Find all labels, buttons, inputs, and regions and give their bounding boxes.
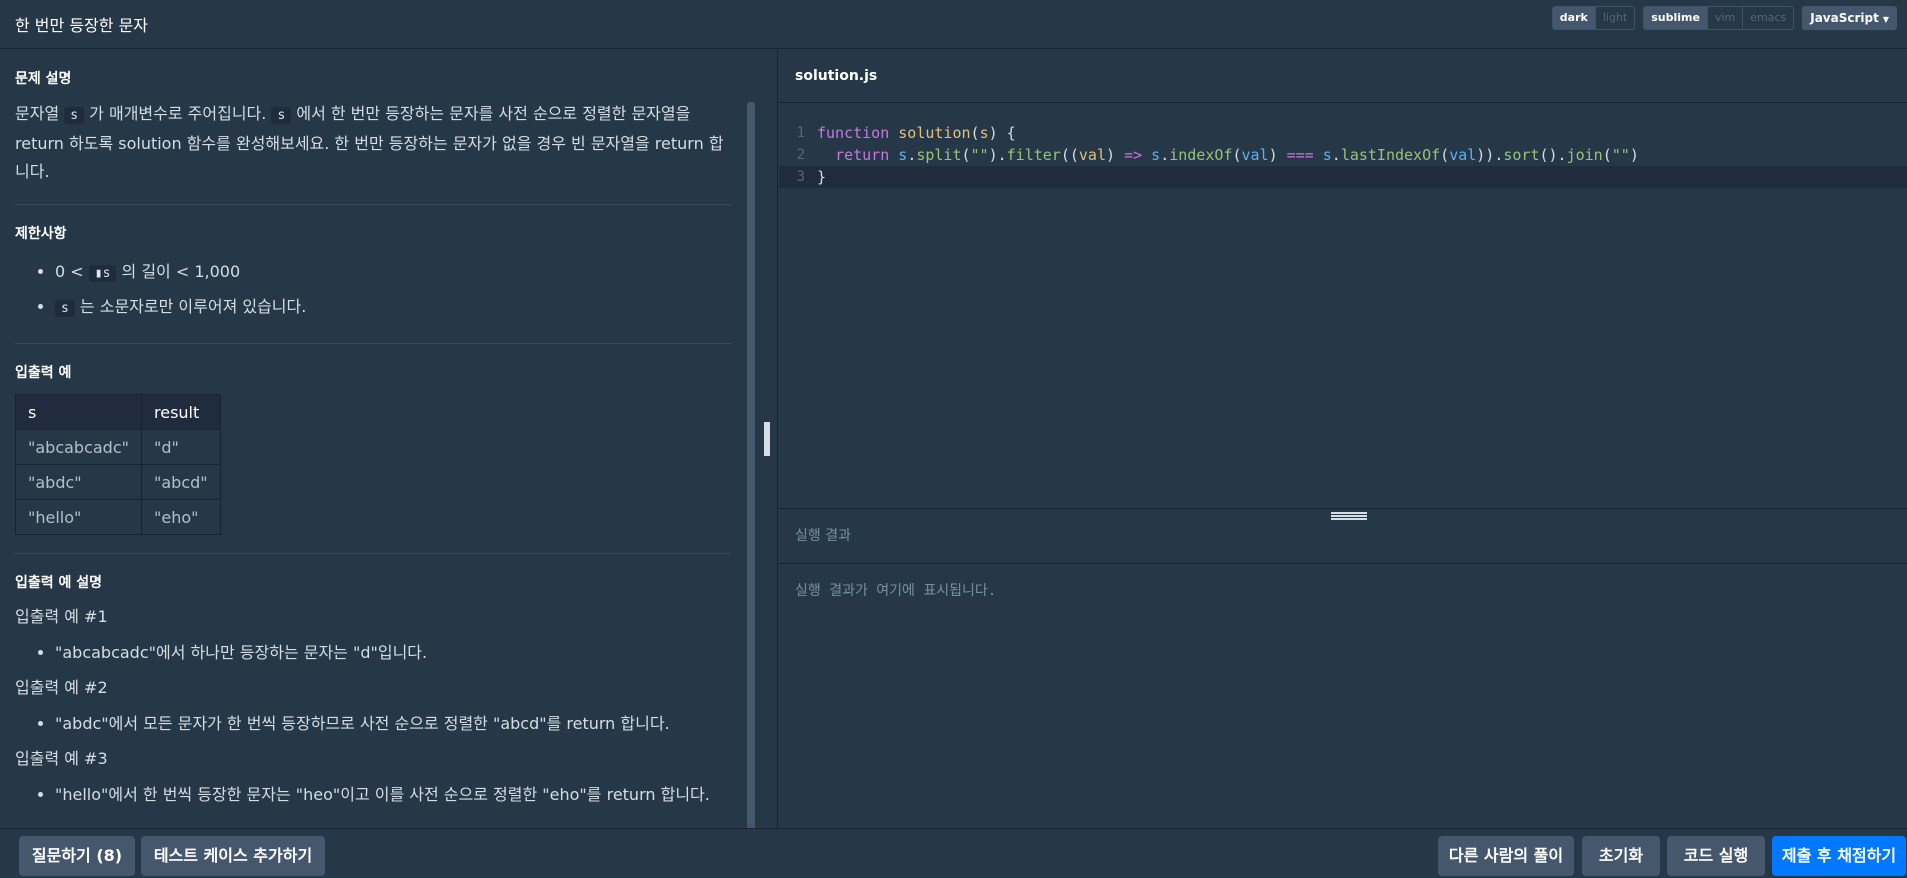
problem-panel[interactable]: 문제 설명 문자열 s 가 매개변수로 주어집니다. s 에서 한 번만 등장하… [0,50,756,828]
language-label: JavaScript [1810,11,1879,25]
list-item: "hello"에서 한 번씩 등장한 문자는 "heo"이고 이를 사전 순으로… [55,778,731,811]
description-section: 문제 설명 문자열 s 가 매개변수로 주어집니다. s 에서 한 번만 등장하… [15,50,731,205]
limit-text: 0 < [55,262,89,281]
example-title: 입출력 예 #3 [15,749,108,768]
keymap-sublime-option[interactable]: sublime [1644,7,1707,29]
example-title: 입출력 예 #2 [15,678,108,697]
language-select[interactable]: JavaScript ▼ [1802,6,1897,30]
code-text: } [817,168,827,186]
description-text-part: 가 매개변수로 주어집니다. [84,104,272,123]
editor-panel: solution.js 1 function solution(s) { 2 r… [779,50,1907,828]
code-line: 1 function solution(s) { [779,122,1907,144]
panel-splitter[interactable] [756,50,778,828]
list-item: 0 < ▮s 의 길이 < 1,000 [55,255,731,290]
table-cell: "abdc" [15,464,142,500]
explain-section: 입출력 예 설명 입출력 예 #1 "abcabcadc"에서 하나만 등장하는… [15,554,731,828]
table-row: "abcabcadc" "d" [15,429,221,465]
inline-code: s [271,107,292,124]
add-testcase-button[interactable]: 테스트 케이스 추가하기 [141,836,325,876]
list-item: "abdc"에서 모든 문자가 한 번씩 등장하므로 사전 순으로 정렬한 "a… [55,707,731,740]
resize-handle-icon[interactable] [1331,512,1367,520]
code-editor[interactable]: 1 function solution(s) { 2 return s.spli… [779,104,1907,560]
theme-light-option[interactable]: light [1594,7,1634,29]
table-header: result [141,394,221,430]
explain-heading: 입출력 예 설명 [15,575,103,591]
description-text-part: 문자열 [15,104,65,123]
example-title: 입출력 예 #1 [15,607,108,626]
code-line: 3 } [779,166,1907,188]
example-list: "hello"에서 한 번씩 등장한 문자는 "heo"이고 이를 사전 순으로… [15,778,731,811]
limits-list: 0 < ▮s 의 길이 < 1,000 s 는 소문자로만 이루어져 있습니다. [15,255,731,325]
keymap-vim-option[interactable]: vim [1706,7,1742,29]
drag-handle-icon[interactable] [764,422,770,456]
table-cell: "hello" [15,499,142,535]
file-tab-bar: solution.js [779,50,1907,103]
theme-dark-option[interactable]: dark [1552,7,1595,29]
keymap-toggle: sublime vim emacs [1643,6,1795,30]
inline-code: s [64,107,85,124]
table-cell: "abcd" [141,464,221,500]
file-tab[interactable]: solution.js [795,68,877,84]
example-list: "abdc"에서 모든 문자가 한 번씩 등장하므로 사전 순으로 정렬한 "a… [15,707,731,740]
limit-text: 의 길이 < 1,000 [116,262,241,281]
io-section: 입출력 예 s result "abcabcadc" "d" "abdc" "a… [15,344,731,554]
editor-options: dark light sublime vim emacs JavaScript ▼ [1551,6,1897,30]
list-item: "abcabcadc"에서 하나만 등장하는 문자는 "d"입니다. [55,636,731,669]
submit-button[interactable]: 제출 후 채점하기 [1772,836,1906,876]
run-code-button[interactable]: 코드 실행 [1667,836,1765,876]
limits-heading: 제한사항 [15,226,67,242]
limits-section: 제한사항 0 < ▮s 의 길이 < 1,000 s 는 소문자로만 이루어져 … [15,205,731,344]
limit-text: 는 소문자로만 이루어져 있습니다. [74,297,307,316]
example-list: "abcabcadc"에서 하나만 등장하는 문자는 "d"입니다. [15,636,731,669]
table-cell: "abcabcadc" [15,429,142,465]
chevron-down-icon: ▼ [1882,15,1889,24]
description-heading: 문제 설명 [15,71,72,87]
line-number: 1 [796,125,805,141]
bottom-bar: 질문하기 (8) 테스트 케이스 추가하기 다른 사람의 풀이 초기화 코드 실… [0,828,1907,878]
code-line: 2 return s.split("").filter((val) => s.i… [779,144,1907,166]
theme-toggle: dark light [1551,6,1636,30]
top-bar: 한 번만 등장한 문자 dark light sublime vim emacs… [0,0,1907,49]
table-header-row: s result [15,394,221,430]
scrollbar[interactable] [747,102,755,828]
line-number: 3 [796,169,805,185]
table-row: "hello" "eho" [15,499,221,535]
line-number: 2 [796,147,805,163]
inline-code: s [55,300,75,317]
page-title: 한 번만 등장한 문자 [15,16,149,35]
table-row: "abdc" "abcd" [15,464,221,500]
table-cell: "d" [141,429,221,465]
result-title: 실행 결과 [795,528,851,544]
others-solution-button[interactable]: 다른 사람의 풀이 [1438,836,1574,876]
list-item: s 는 소문자로만 이루어져 있습니다. [55,290,731,325]
code-text: function solution(s) { [817,124,1016,142]
result-output: 실행 결과가 여기에 표시됩니다. [795,583,997,599]
description-text: 문자열 s 가 매개변수로 주어집니다. s 에서 한 번만 등장하는 문자를 … [15,100,731,186]
inline-code: ▮s [88,265,117,282]
io-table: s result "abcabcadc" "d" "abdc" "abcd" "… [15,394,221,535]
table-cell: "eho" [141,499,221,535]
code-text: return s.split("").filter((val) => s.ind… [835,146,1639,164]
question-button[interactable]: 질문하기 (8) [19,836,135,876]
io-heading: 입출력 예 [15,365,72,381]
keymap-emacs-option[interactable]: emacs [1742,7,1793,29]
table-header: s [15,394,142,430]
reset-button[interactable]: 초기화 [1582,836,1660,876]
